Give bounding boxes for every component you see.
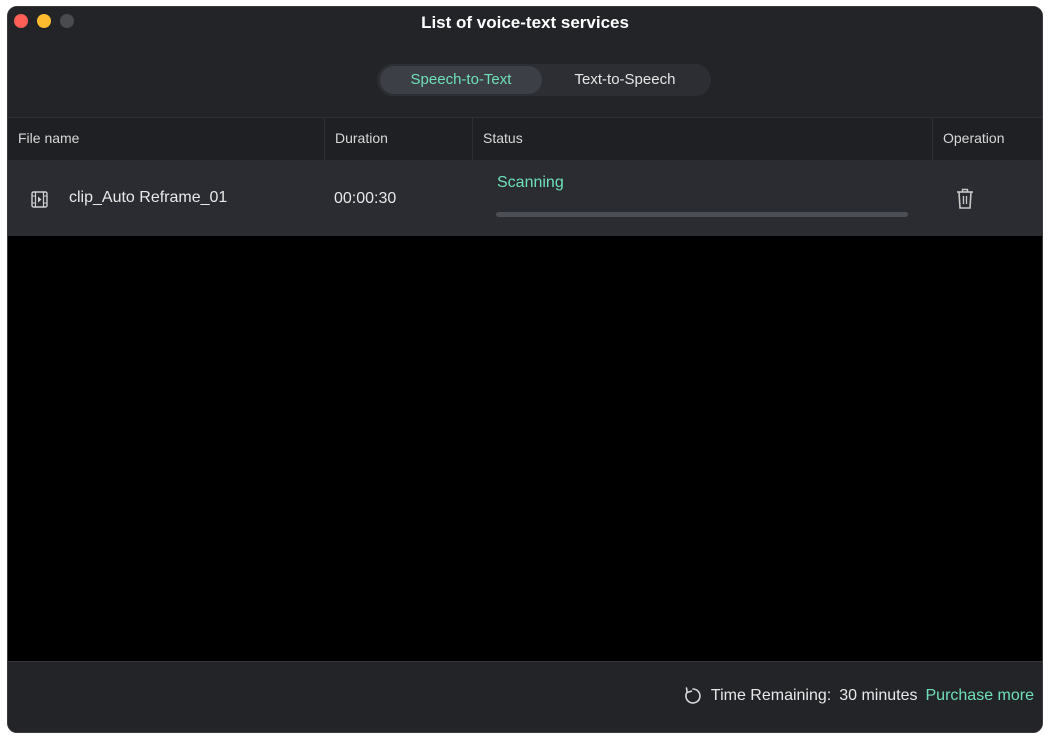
- table-header: File name Duration Status Operation: [8, 117, 1042, 161]
- tab-text-to-speech[interactable]: Text-to-Speech: [542, 66, 708, 94]
- trash-icon[interactable]: [954, 187, 976, 211]
- column-header-file-name: File name: [18, 130, 80, 146]
- footer-bar: Time Remaining: 30 minutes Purchase more: [8, 661, 1042, 732]
- time-remaining-label: Time Remaining:: [710, 687, 832, 704]
- column-header-duration: Duration: [324, 118, 472, 161]
- voice-text-services-window: List of voice-text services Speech-to-Te…: [7, 6, 1043, 733]
- scan-progress-bar: [496, 212, 908, 217]
- duration-cell: 00:00:30: [334, 190, 397, 207]
- status-badge: Scanning: [497, 174, 564, 191]
- column-header-status: Status: [472, 118, 932, 161]
- title-bar: List of voice-text services Speech-to-Te…: [8, 7, 1042, 117]
- film-clip-icon: [31, 191, 48, 208]
- time-remaining-value: 30 minutes: [839, 687, 918, 704]
- window-title: List of voice-text services: [421, 13, 629, 32]
- service-tab-switcher: Speech-to-Text Text-to-Speech: [377, 64, 711, 96]
- column-header-operation: Operation: [932, 118, 1042, 161]
- purchase-more-link[interactable]: Purchase more: [926, 687, 1035, 705]
- file-name-cell: clip_Auto Reframe_01: [69, 189, 228, 206]
- tab-speech-to-text[interactable]: Speech-to-Text: [380, 66, 542, 94]
- table-row[interactable]: clip_Auto Reframe_01 00:00:30 Scanning: [8, 160, 1042, 236]
- refresh-icon[interactable]: [683, 686, 703, 706]
- time-remaining-info: Time Remaining: 30 minutes Purchase more: [683, 686, 1034, 706]
